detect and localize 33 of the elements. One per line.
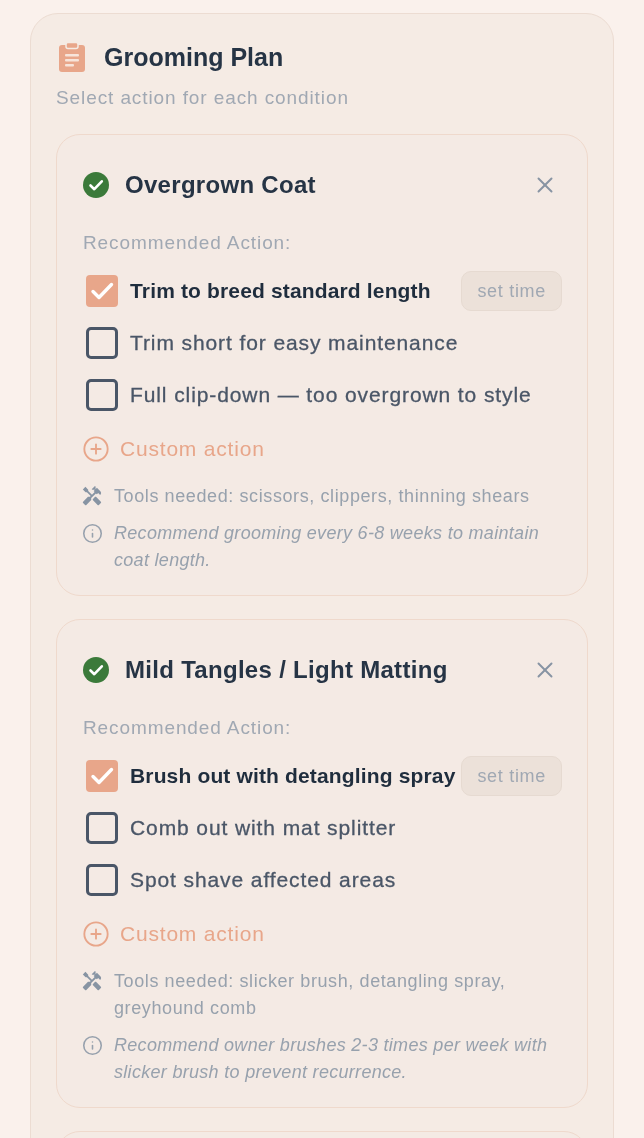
note-text: Recommend grooming every 6-8 weeks to maintain coat length. bbox=[114, 522, 540, 572]
checkbox[interactable] bbox=[86, 760, 118, 792]
tools-icon bbox=[81, 485, 103, 507]
set-time-button[interactable]: set time bbox=[461, 271, 562, 311]
tools-text: Tools needed: slicker brush, detangling spray, greyhound comb bbox=[114, 970, 507, 1020]
checkbox[interactable] bbox=[86, 864, 118, 896]
custom-action-button[interactable]: Custom action bbox=[83, 433, 265, 465]
section-label: Recommended Action: bbox=[83, 231, 293, 255]
info-icon bbox=[82, 523, 103, 544]
set-time-button[interactable]: set time bbox=[461, 756, 562, 796]
option-label: Spot shave affected areas bbox=[130, 867, 397, 893]
checkbox[interactable] bbox=[86, 327, 118, 359]
checkbox[interactable] bbox=[86, 812, 118, 844]
panel-subtitle: Select action for each condition bbox=[56, 86, 350, 110]
condition-title: Mild Tangles / Light Matting bbox=[125, 655, 448, 685]
custom-action-button[interactable]: Custom action bbox=[83, 918, 265, 950]
checkbox[interactable] bbox=[86, 275, 118, 307]
info-icon bbox=[82, 1035, 103, 1056]
option-label: Trim to breed standard length bbox=[130, 278, 431, 304]
option-label: Full clip-down — too overgrown to style bbox=[130, 382, 532, 408]
clipboard-icon bbox=[58, 42, 86, 72]
section-label: Recommended Action: bbox=[83, 716, 293, 740]
option-label: Trim short for easy maintenance bbox=[130, 330, 459, 356]
tools-icon bbox=[81, 970, 103, 992]
tools-text: Tools needed: scissors, clippers, thinning shears bbox=[114, 485, 530, 508]
plus-circle-icon bbox=[82, 920, 110, 948]
panel-title: Grooming Plan bbox=[104, 42, 284, 73]
option-label: Brush out with detangling spray bbox=[130, 763, 456, 789]
checkbox[interactable] bbox=[86, 379, 118, 411]
plus-circle-icon bbox=[82, 435, 110, 463]
note-text: Recommend owner brushes 2-3 times per week with slicker brush to prevent recurrence. bbox=[114, 1034, 549, 1084]
condition-title: Overgrown Coat bbox=[125, 170, 316, 200]
option-label: Comb out with mat splitter bbox=[130, 815, 397, 841]
